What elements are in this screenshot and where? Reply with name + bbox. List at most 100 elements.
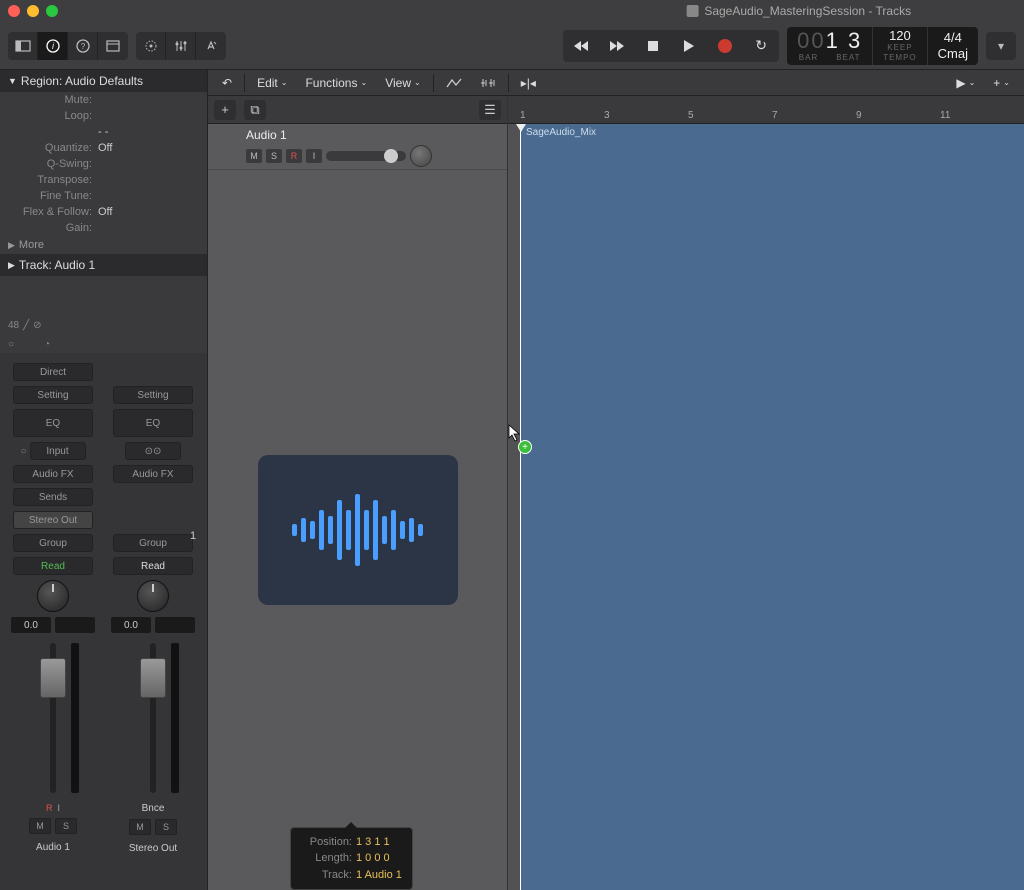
midi-channel-row[interactable]: 48 ╱ ⊘ bbox=[0, 316, 207, 335]
add-tool[interactable]: + ⌄ bbox=[987, 74, 1016, 92]
track-row-audio1[interactable]: Audio 1 M S R I bbox=[208, 124, 507, 170]
window-title: SageAudio_MasteringSession - Tracks bbox=[686, 4, 911, 18]
input-button[interactable]: Input bbox=[30, 442, 86, 460]
track-solo[interactable]: S bbox=[266, 149, 282, 163]
playhead[interactable] bbox=[520, 124, 521, 890]
lcd-tempo-value: 120 bbox=[889, 29, 911, 42]
setting-button[interactable]: Setting bbox=[113, 386, 193, 404]
mute-button[interactable]: M bbox=[29, 818, 51, 834]
tooltip-position-label: Position: bbox=[301, 834, 356, 851]
add-track-button[interactable]: + bbox=[214, 100, 236, 120]
rewind-button[interactable] bbox=[563, 30, 599, 62]
setting-button[interactable]: Setting bbox=[13, 386, 93, 404]
stereo-out-button[interactable]: Stereo Out bbox=[13, 511, 93, 529]
rec-enable-icon[interactable]: ○ bbox=[20, 446, 26, 457]
group-button[interactable]: Group bbox=[13, 534, 93, 552]
pan-knob[interactable] bbox=[37, 580, 69, 612]
edit-menu[interactable]: Edit ⌄ bbox=[251, 74, 293, 92]
ruler[interactable]: 1 3 5 7 9 11 bbox=[508, 96, 1024, 124]
toolbar-button[interactable] bbox=[98, 32, 128, 60]
flex-label: Flex & Follow: bbox=[8, 206, 98, 218]
library-button[interactable] bbox=[8, 32, 38, 60]
editors-button[interactable] bbox=[196, 32, 226, 60]
forward-button[interactable] bbox=[599, 30, 635, 62]
solo-button[interactable]: S bbox=[155, 819, 177, 835]
line-icon: ╱ bbox=[23, 320, 29, 331]
catch-icon[interactable]: ▸|◂ bbox=[515, 74, 542, 92]
lcd-dropdown[interactable]: ▾ bbox=[986, 32, 1016, 60]
bounce-button[interactable]: Bnce bbox=[142, 803, 165, 814]
close-icon[interactable] bbox=[8, 5, 20, 17]
lcd-tempo[interactable]: 120 KEEP TEMPO bbox=[873, 27, 927, 65]
track-record[interactable]: R bbox=[286, 149, 302, 163]
rec-input-indicator[interactable]: R I bbox=[46, 803, 60, 813]
track-name: Audio 1 bbox=[216, 128, 499, 142]
audiofx-button[interactable]: Audio FX bbox=[113, 465, 193, 483]
flex-value[interactable]: Off bbox=[98, 206, 199, 218]
pointer-tool[interactable]: ▶ ⌄ bbox=[950, 74, 981, 92]
waveform-icon bbox=[292, 494, 423, 566]
maximize-icon[interactable] bbox=[46, 5, 58, 17]
record-button[interactable] bbox=[707, 30, 743, 62]
stereo-indicator[interactable]: ⊙⊙ bbox=[125, 442, 181, 460]
functions-menu[interactable]: Functions ⌄ bbox=[299, 74, 373, 92]
edit-tools-group bbox=[136, 32, 226, 60]
db-value[interactable]: 0.0 bbox=[111, 617, 151, 633]
sends-button[interactable]: Sends bbox=[13, 488, 93, 506]
arrange-toolbar: ↶ Edit ⌄ Functions ⌄ View ⌄ ▸|◂ ▶ ⌄ + ⌄ bbox=[208, 70, 1024, 96]
window-titlebar: SageAudio_MasteringSession - Tracks bbox=[0, 0, 1024, 22]
direct-button[interactable]: Direct bbox=[13, 363, 93, 381]
eq-button[interactable]: EQ bbox=[113, 409, 193, 437]
transpose-label: Transpose: bbox=[8, 174, 98, 186]
play-button[interactable] bbox=[671, 30, 707, 62]
group-button[interactable]: Group bbox=[113, 534, 193, 552]
circle-icon[interactable]: ○ bbox=[8, 339, 14, 350]
solo-button[interactable]: S bbox=[55, 818, 77, 834]
audiofx-button[interactable]: Audio FX bbox=[13, 465, 93, 483]
track-pan-knob[interactable] bbox=[410, 145, 432, 167]
quantize-value[interactable]: Off bbox=[98, 142, 199, 154]
track-header-column: + ⧉ ☰ Audio 1 M S R I 1 bbox=[208, 96, 508, 890]
ruler-mark: 1 bbox=[520, 110, 526, 121]
duplicate-track-button[interactable]: ⧉ bbox=[244, 100, 266, 120]
channel-strip-stereo-out: Setting EQ ⊙⊙ Audio FX Group Read 0.0 Bn… bbox=[104, 363, 202, 890]
timeline: 1 3 5 7 9 11 SageAudio_Mix + bbox=[508, 96, 1024, 890]
peak-value[interactable] bbox=[55, 617, 95, 633]
automation-read-button[interactable]: Read bbox=[13, 557, 93, 575]
track-header[interactable]: ▶Track: Audio 1 bbox=[0, 254, 207, 276]
cycle-button[interactable]: ↻ bbox=[743, 30, 779, 62]
mute-button[interactable]: M bbox=[129, 819, 151, 835]
db-value[interactable]: 0.0 bbox=[11, 617, 51, 633]
automation-read-button[interactable]: Read bbox=[113, 557, 193, 575]
track-input[interactable]: I bbox=[306, 149, 322, 163]
more-toggle[interactable]: ▶More bbox=[0, 236, 207, 254]
lcd-signature[interactable]: 4/4 Cmaj bbox=[928, 27, 978, 65]
fader[interactable] bbox=[113, 638, 193, 798]
peak-value[interactable] bbox=[155, 617, 195, 633]
back-button[interactable]: ↶ bbox=[216, 74, 238, 92]
audio-region[interactable]: SageAudio_Mix bbox=[520, 124, 1024, 890]
automation-icon[interactable] bbox=[440, 75, 468, 91]
stop-button[interactable] bbox=[635, 30, 671, 62]
eq-button[interactable]: EQ bbox=[13, 409, 93, 437]
track-mute[interactable]: M bbox=[246, 149, 262, 163]
global-tracks-button[interactable]: ☰ bbox=[479, 100, 501, 120]
lcd-tempo-label: TEMPO bbox=[883, 53, 916, 62]
finetune-label: Fine Tune: bbox=[8, 190, 98, 202]
tracks-area[interactable]: SageAudio_Mix + bbox=[508, 124, 1024, 890]
flex-icon[interactable] bbox=[474, 75, 502, 91]
fader[interactable] bbox=[13, 638, 93, 798]
help-button[interactable]: ? bbox=[68, 32, 98, 60]
clock-icon[interactable]: ◔ bbox=[44, 339, 50, 350]
region-header[interactable]: ▼Region: Audio Defaults bbox=[0, 70, 207, 92]
inspector-button[interactable]: i bbox=[38, 32, 68, 60]
smart-controls-button[interactable] bbox=[136, 32, 166, 60]
drag-tooltip: Position:1 3 1 1 Length:1 0 0 0 Track:1 … bbox=[290, 827, 413, 890]
track-number: 1 bbox=[190, 530, 196, 542]
lcd-position[interactable]: 001 3 BARBEAT bbox=[787, 27, 873, 65]
view-menu[interactable]: View ⌄ bbox=[379, 74, 427, 92]
pan-knob[interactable] bbox=[137, 580, 169, 612]
minimize-icon[interactable] bbox=[27, 5, 39, 17]
track-volume-slider[interactable] bbox=[326, 151, 406, 161]
mixer-button[interactable] bbox=[166, 32, 196, 60]
